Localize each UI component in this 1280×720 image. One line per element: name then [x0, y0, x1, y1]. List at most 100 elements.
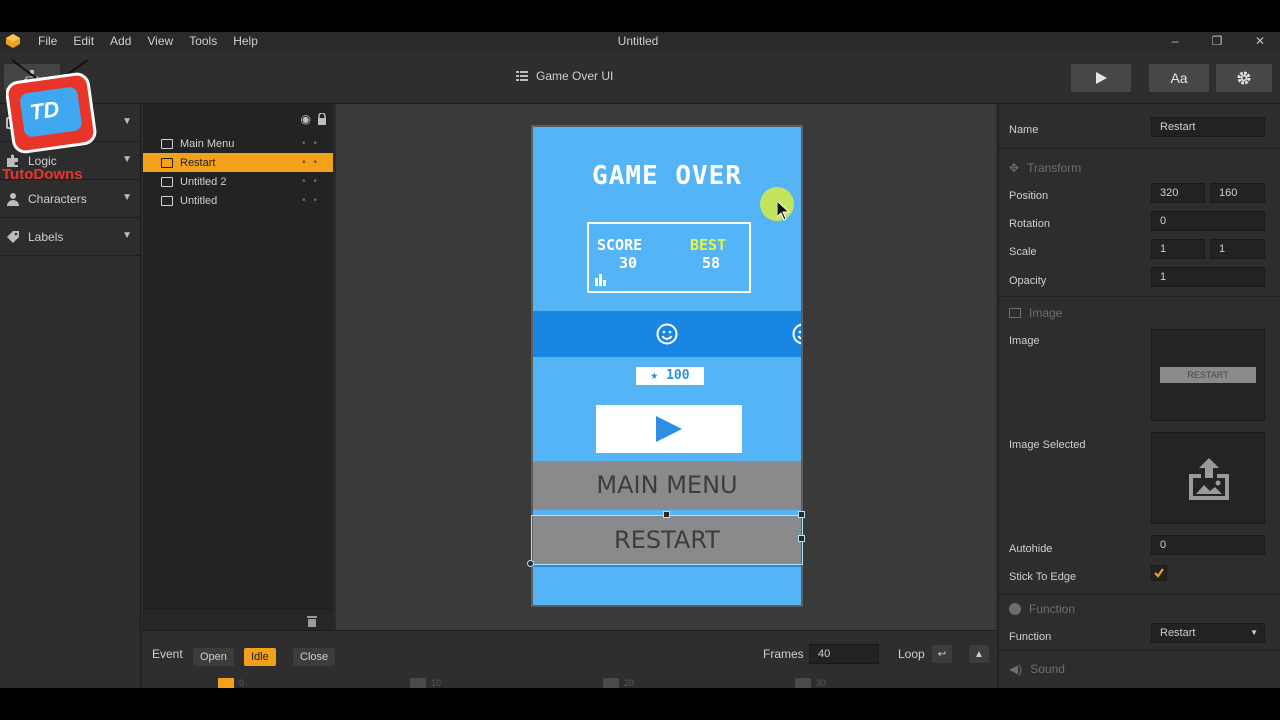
- layer-toggles[interactable]: ••: [302, 176, 325, 187]
- image-selected-picker[interactable]: [1151, 432, 1265, 524]
- score-value: 30: [619, 254, 638, 272]
- text-style-button[interactable]: Aa: [1149, 64, 1209, 92]
- transform-section-header[interactable]: ✥ Transform: [1009, 161, 1081, 175]
- image-section-header[interactable]: Image: [1009, 306, 1062, 320]
- menu-bar: File Edit Add View Tools Help Untitled –…: [0, 32, 1280, 50]
- sidebar-item-characters[interactable]: Characters ▼: [0, 180, 140, 218]
- main-menu-button[interactable]: MAIN MENU: [533, 461, 801, 510]
- play-icon: [656, 416, 682, 442]
- position-label: Position: [1009, 190, 1049, 202]
- loop-toggle-button[interactable]: ↩: [932, 645, 952, 663]
- sidebar-item-label: Characters: [28, 191, 87, 206]
- layer-image-icon: [161, 195, 173, 206]
- close-window-button[interactable]: ✕: [1245, 32, 1275, 50]
- letterbox-bottom: [0, 688, 1280, 720]
- opacity-field[interactable]: 1: [1151, 267, 1265, 287]
- keyframe-marker[interactable]: [795, 678, 811, 688]
- editor-window: File Edit Add View Tools Help Untitled –…: [0, 32, 1280, 688]
- collapse-timeline-button[interactable]: ▲: [969, 645, 989, 663]
- person-icon: [7, 192, 19, 206]
- loop-label: Loop: [898, 647, 925, 661]
- divider: [999, 594, 1280, 595]
- play-button[interactable]: [1071, 64, 1131, 92]
- sound-section-header[interactable]: ◀) Sound: [1009, 662, 1065, 676]
- layer-toggles[interactable]: ••: [302, 195, 325, 206]
- app-logo-icon: [4, 32, 22, 50]
- layer-item-main-menu[interactable]: Main Menu ••: [143, 134, 333, 153]
- eye-icon[interactable]: ◉: [301, 112, 311, 126]
- transform-section-label: Transform: [1027, 161, 1082, 175]
- play-again-button-art: [596, 405, 742, 453]
- restore-button[interactable]: ❐: [1202, 32, 1232, 50]
- play-circle-icon: [1009, 603, 1021, 615]
- menu-file[interactable]: File: [38, 34, 57, 48]
- menu-view[interactable]: View: [147, 34, 173, 48]
- event-label: Event: [152, 647, 183, 661]
- function-select-value: Restart: [1160, 627, 1196, 639]
- layer-item-untitled[interactable]: Untitled ••: [143, 191, 333, 210]
- gear-icon: [1237, 71, 1251, 85]
- resize-handle-right[interactable]: [798, 535, 805, 542]
- image-selected-label: Image Selected: [1009, 439, 1086, 451]
- chevron-up-icon: ▲: [974, 648, 984, 660]
- autohide-field[interactable]: 0: [1151, 535, 1265, 555]
- layer-toggles[interactable]: ••: [302, 138, 325, 149]
- image-picker[interactable]: RESTART: [1151, 329, 1265, 421]
- letterbox-top: [0, 0, 1280, 32]
- restart-underline: [533, 565, 801, 567]
- name-field[interactable]: Restart: [1151, 117, 1265, 137]
- layer-item-untitled-2[interactable]: Untitled 2 ••: [143, 172, 333, 191]
- menu-edit[interactable]: Edit: [73, 34, 94, 48]
- chevron-down-icon: ▼: [122, 154, 132, 165]
- position-y-field[interactable]: 160: [1210, 183, 1265, 203]
- pivot-handle[interactable]: [527, 560, 534, 567]
- resize-handle-top-right[interactable]: [798, 511, 805, 518]
- watermark-text: TutoDowns: [2, 166, 83, 183]
- layer-toggles[interactable]: ••: [302, 157, 325, 168]
- layer-button-icon: [161, 138, 173, 149]
- scale-x-field[interactable]: 1: [1151, 239, 1205, 259]
- game-over-title: GAME OVER: [592, 161, 742, 191]
- sidebar-item-labels[interactable]: Labels ▼: [0, 218, 140, 256]
- menu-add[interactable]: Add: [110, 34, 131, 48]
- chevron-down-icon: ▼: [122, 230, 132, 241]
- layer-item-restart[interactable]: Restart ••: [143, 153, 333, 172]
- canvas-area[interactable]: GAME OVER SCORE 30 BEST 58 ★ 100 MAIN ME…: [336, 104, 996, 630]
- minimize-button[interactable]: –: [1160, 32, 1190, 50]
- frames-label: Frames: [763, 647, 804, 661]
- keyframe-marker[interactable]: [603, 678, 619, 688]
- function-select[interactable]: Restart ▼: [1151, 623, 1265, 643]
- event-tab-open[interactable]: Open: [193, 648, 234, 666]
- lock-icon[interactable]: [317, 113, 327, 125]
- keyframe-marker[interactable]: [218, 678, 234, 688]
- divider: [999, 296, 1280, 297]
- position-x-field[interactable]: 320: [1151, 183, 1205, 203]
- scene-title: Game Over UI: [516, 69, 613, 83]
- rotation-field[interactable]: 0: [1151, 211, 1265, 231]
- layer-list-footer: [143, 608, 333, 632]
- scale-y-field[interactable]: 1: [1210, 239, 1265, 259]
- event-tab-close[interactable]: Close: [293, 648, 336, 666]
- layer-list-header: ◉: [143, 104, 333, 134]
- stick-to-edge-checkbox[interactable]: [1151, 565, 1167, 581]
- upload-image-icon: [1189, 458, 1229, 500]
- menu-help[interactable]: Help: [233, 34, 258, 48]
- function-section-header[interactable]: Function: [1009, 602, 1075, 616]
- function-label: Function: [1009, 631, 1052, 643]
- menu-tools[interactable]: Tools: [189, 34, 217, 48]
- frames-field[interactable]: 40: [809, 644, 879, 664]
- event-tab-idle[interactable]: Idle: [244, 648, 276, 666]
- scale-label: Scale: [1009, 246, 1037, 258]
- rotation-label: Rotation: [1009, 218, 1050, 230]
- settings-button[interactable]: [1216, 64, 1272, 92]
- stick-to-edge-label: Stick To Edge: [1009, 571, 1077, 583]
- keyframe-marker[interactable]: [410, 678, 426, 688]
- resize-handle-top[interactable]: [663, 511, 670, 518]
- sidebar-item-label: Labels: [28, 229, 64, 244]
- toolbar: Game Over UI Aa: [0, 50, 1280, 104]
- trash-icon[interactable]: [307, 615, 317, 627]
- play-icon: [1095, 72, 1107, 84]
- layer-button-icon: [161, 157, 173, 168]
- function-section-label: Function: [1029, 602, 1076, 616]
- tick-label: 10: [431, 678, 442, 688]
